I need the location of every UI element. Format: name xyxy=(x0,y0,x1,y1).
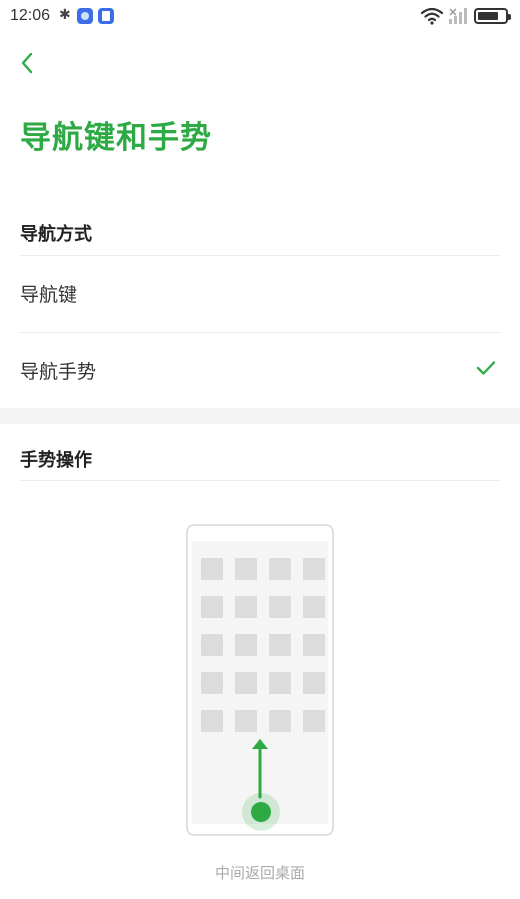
app-tile xyxy=(201,710,223,732)
app-tile xyxy=(303,596,325,618)
navigation-section-title: 导航方式 xyxy=(20,224,92,245)
swipe-up-arrow-icon xyxy=(252,739,268,799)
app-tile xyxy=(201,672,223,694)
bluetooth-icon: ✱ xyxy=(59,7,71,23)
status-time: 12:06 xyxy=(10,7,51,24)
gesture-caption: 中间返回桌面 xyxy=(214,864,305,882)
app-tile xyxy=(303,672,325,694)
touch-dot xyxy=(251,802,271,822)
chevron-left-icon xyxy=(21,52,33,74)
app-tile xyxy=(269,672,291,694)
notification-app-icon xyxy=(77,8,93,24)
option-label: 导航手势 xyxy=(20,361,97,383)
app-tile xyxy=(303,558,325,580)
option-label: 导航键 xyxy=(20,284,78,306)
app-tile xyxy=(269,596,291,618)
app-tile xyxy=(201,596,223,618)
touch-point-icon xyxy=(242,793,280,831)
notification-doc-icon xyxy=(98,8,114,24)
app-tile xyxy=(303,634,325,656)
app-tile xyxy=(235,672,257,694)
phone-screen xyxy=(192,541,328,831)
wifi-icon xyxy=(420,7,444,25)
section-separator xyxy=(0,408,520,424)
app-tile xyxy=(235,596,257,618)
app-grid xyxy=(201,558,325,732)
app-tile xyxy=(269,634,291,656)
app-tile xyxy=(201,558,223,580)
app-tile xyxy=(269,558,291,580)
status-bar: 12:06 ✱ xyxy=(0,0,520,36)
check-icon xyxy=(476,361,496,375)
app-tile xyxy=(235,634,257,656)
back-button[interactable] xyxy=(12,48,42,78)
divider xyxy=(20,480,500,481)
app-tile xyxy=(201,634,223,656)
gesture-section-title: 手势操作 xyxy=(20,450,92,471)
gesture-illustration xyxy=(186,524,334,836)
battery-level xyxy=(478,12,498,20)
battery-icon xyxy=(474,8,511,24)
app-tile xyxy=(269,710,291,732)
signal-icon xyxy=(449,8,467,24)
page-title: 导航键和手势 xyxy=(20,120,212,156)
option-navigation-gestures[interactable]: 导航手势 xyxy=(0,333,520,409)
app-tile xyxy=(235,710,257,732)
app-tile xyxy=(303,710,325,732)
app-tile xyxy=(235,558,257,580)
option-navigation-keys[interactable]: 导航键 xyxy=(0,256,520,332)
